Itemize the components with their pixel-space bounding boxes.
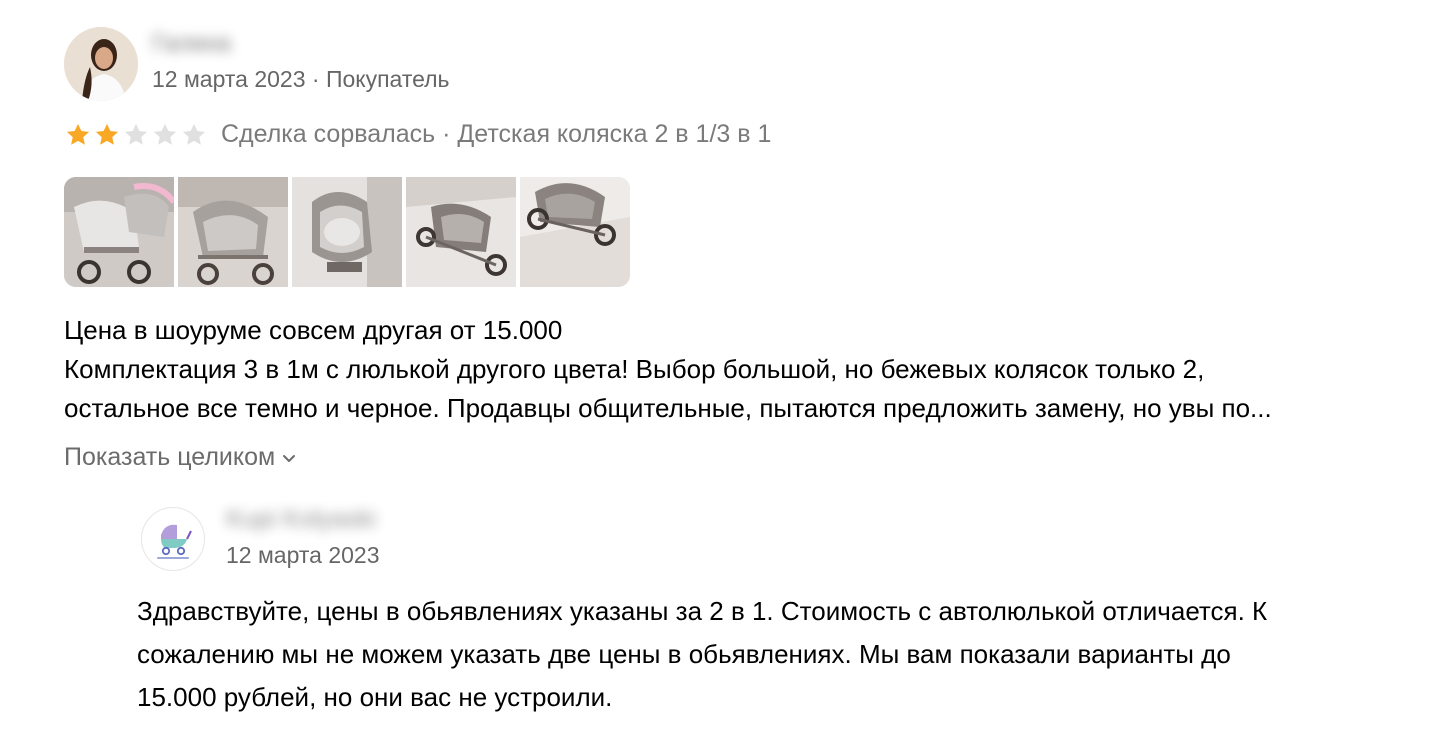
rating-stars [64, 121, 209, 149]
author-name[interactable]: Галина [152, 30, 256, 60]
author-role: Покупатель [325, 66, 450, 92]
item-name[interactable]: Детская коляска 2 в 1/3 в 1 [457, 120, 771, 148]
stroller-photo-4-icon [406, 177, 516, 287]
chevron-down-icon [283, 454, 296, 462]
star-filled-icon [93, 121, 122, 149]
review-text-line: Комплектация 3 в 1м с люлькой другого цв… [64, 354, 1205, 384]
show-more-button[interactable]: Показать целиком [64, 443, 297, 472]
review-text-line: остальное все темно и черное. Продавцы о… [64, 393, 1272, 423]
rating-caption: Сделка сорвалась · Детская коляска 2 в 1… [221, 120, 771, 149]
user-avatar-photo-icon [64, 27, 138, 101]
stroller-photo-3-icon [292, 177, 402, 287]
star-filled-icon [64, 121, 93, 149]
rating-separator: · [435, 120, 458, 148]
star-empty-icon [180, 121, 209, 149]
seller-name[interactable]: Kupi Kolyaski [226, 505, 416, 537]
review-photo-1[interactable] [64, 177, 174, 287]
stroller-logo-icon [157, 524, 192, 559]
seller-avatar[interactable] [141, 507, 205, 571]
meta-separator: · [305, 66, 326, 92]
review-text: Цена в шоуруме совсем другая от 15.000 К… [64, 311, 1404, 428]
review-photo-4[interactable] [406, 177, 516, 287]
review-photos [64, 177, 630, 287]
review-text-line: Цена в шоуруме совсем другая от 15.000 [64, 315, 563, 345]
star-empty-icon [122, 121, 151, 149]
show-more-label: Показать целиком [64, 443, 276, 471]
user-avatar[interactable] [64, 27, 138, 101]
reply-date: 12 марта 2023 [226, 542, 380, 568]
reply-text: Здравствуйте, цены в обьявлениях указаны… [137, 590, 1367, 719]
deal-status: Сделка сорвалась [221, 120, 436, 148]
stroller-photo-1-icon [64, 177, 174, 287]
star-empty-icon [151, 121, 180, 149]
review-photo-2[interactable] [178, 177, 288, 287]
reply-text-line: 15.000 рублей, но они вас не устроили. [137, 682, 613, 712]
review-date: 12 марта 2023 [152, 66, 306, 92]
review-meta: 12 марта 2023 · Покупатель [152, 66, 450, 93]
review-photo-5[interactable] [520, 177, 630, 287]
review-photo-3[interactable] [292, 177, 402, 287]
reply-text-line: сожалению мы не можем указать две цены в… [137, 639, 1231, 669]
stroller-photo-5-icon [520, 177, 630, 287]
stroller-photo-2-icon [178, 177, 288, 287]
review-card: Галина 12 марта 2023 · Покупатель Сделка… [0, 0, 1440, 738]
reply-text-line: Здравствуйте, цены в обьявлениях указаны… [137, 596, 1268, 626]
